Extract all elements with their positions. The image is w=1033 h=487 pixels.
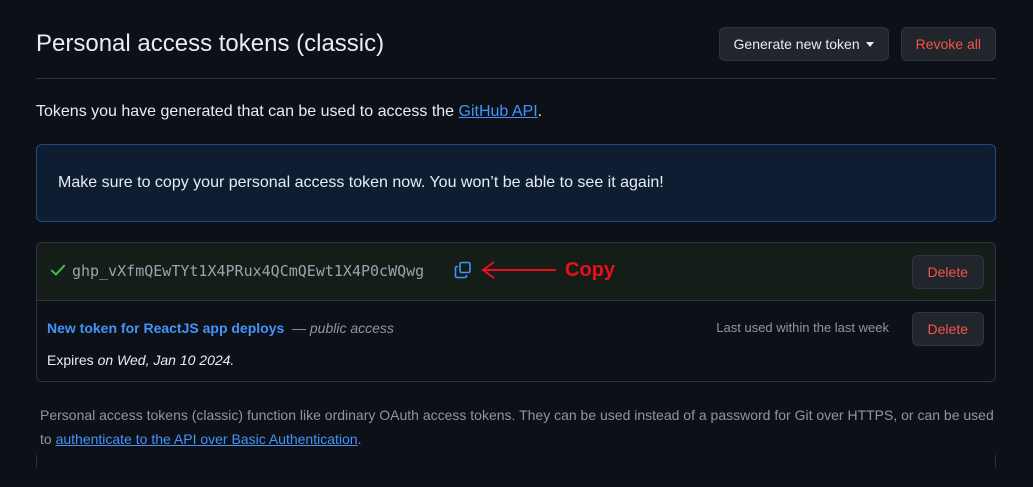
github-api-link[interactable]: GitHub API	[459, 103, 538, 120]
copy-annotation: Copy	[565, 259, 615, 281]
basic-auth-link[interactable]: authenticate to the API over Basic Authe…	[56, 431, 358, 447]
intro-body: Tokens you have generated that can be us…	[36, 103, 459, 120]
delete-token-button[interactable]: Delete	[911, 312, 984, 346]
revoke-all-button[interactable]: Revoke all	[900, 27, 996, 61]
token-scope: — public access	[292, 319, 394, 337]
new-token-row: ghp_vXfmQEwTYt1X4PRux4QCmQEwt1X4P0cWQwg …	[37, 243, 995, 301]
right-edge-divider	[995, 455, 996, 467]
header-actions: Generate new token Revoke all	[718, 27, 996, 61]
token-expiration: Expires on Wed, Jan 10 2024.	[47, 351, 234, 369]
delete-new-token-button[interactable]: Delete	[911, 255, 984, 289]
page-title: Personal access tokens (classic)	[36, 30, 385, 57]
left-edge-divider	[36, 455, 37, 467]
expires-label: Expires	[47, 352, 98, 368]
token-name-link[interactable]: New token for ReactJS app deploys	[47, 319, 284, 337]
flash-message: Make sure to copy your personal access t…	[58, 174, 664, 191]
arrow-left-icon	[481, 261, 556, 279]
token-scope-text: public access	[309, 320, 394, 336]
copy-icon[interactable]	[453, 260, 473, 280]
last-used-text: Last used within the last week	[716, 320, 889, 335]
token-value: ghp_vXfmQEwTYt1X4PRux4QCmQEwt1X4P0cWQwg	[72, 262, 425, 280]
footer-note: Personal access tokens (classic) functio…	[40, 403, 1000, 451]
token-list: ghp_vXfmQEwTYt1X4PRux4QCmQEwt1X4P0cWQwg …	[36, 242, 996, 382]
intro-text: Tokens you have generated that can be us…	[36, 101, 542, 123]
generate-new-token-label: Generate new token	[733, 36, 860, 52]
token-scope-separator: —	[292, 320, 310, 336]
check-icon	[50, 264, 66, 276]
token-row: New token for ReactJS app deploys — publ…	[37, 300, 995, 381]
footer-suffix: .	[357, 431, 362, 447]
intro-suffix: .	[537, 103, 543, 120]
page-header: Personal access tokens (classic) Generat…	[36, 26, 996, 79]
expires-date: on Wed, Jan 10 2024.	[97, 352, 235, 368]
caret-down-icon	[865, 41, 874, 47]
page: Personal access tokens (classic) Generat…	[0, 0, 1033, 487]
copy-warning-flash: Make sure to copy your personal access t…	[36, 144, 996, 222]
generate-new-token-button[interactable]: Generate new token	[718, 27, 889, 61]
